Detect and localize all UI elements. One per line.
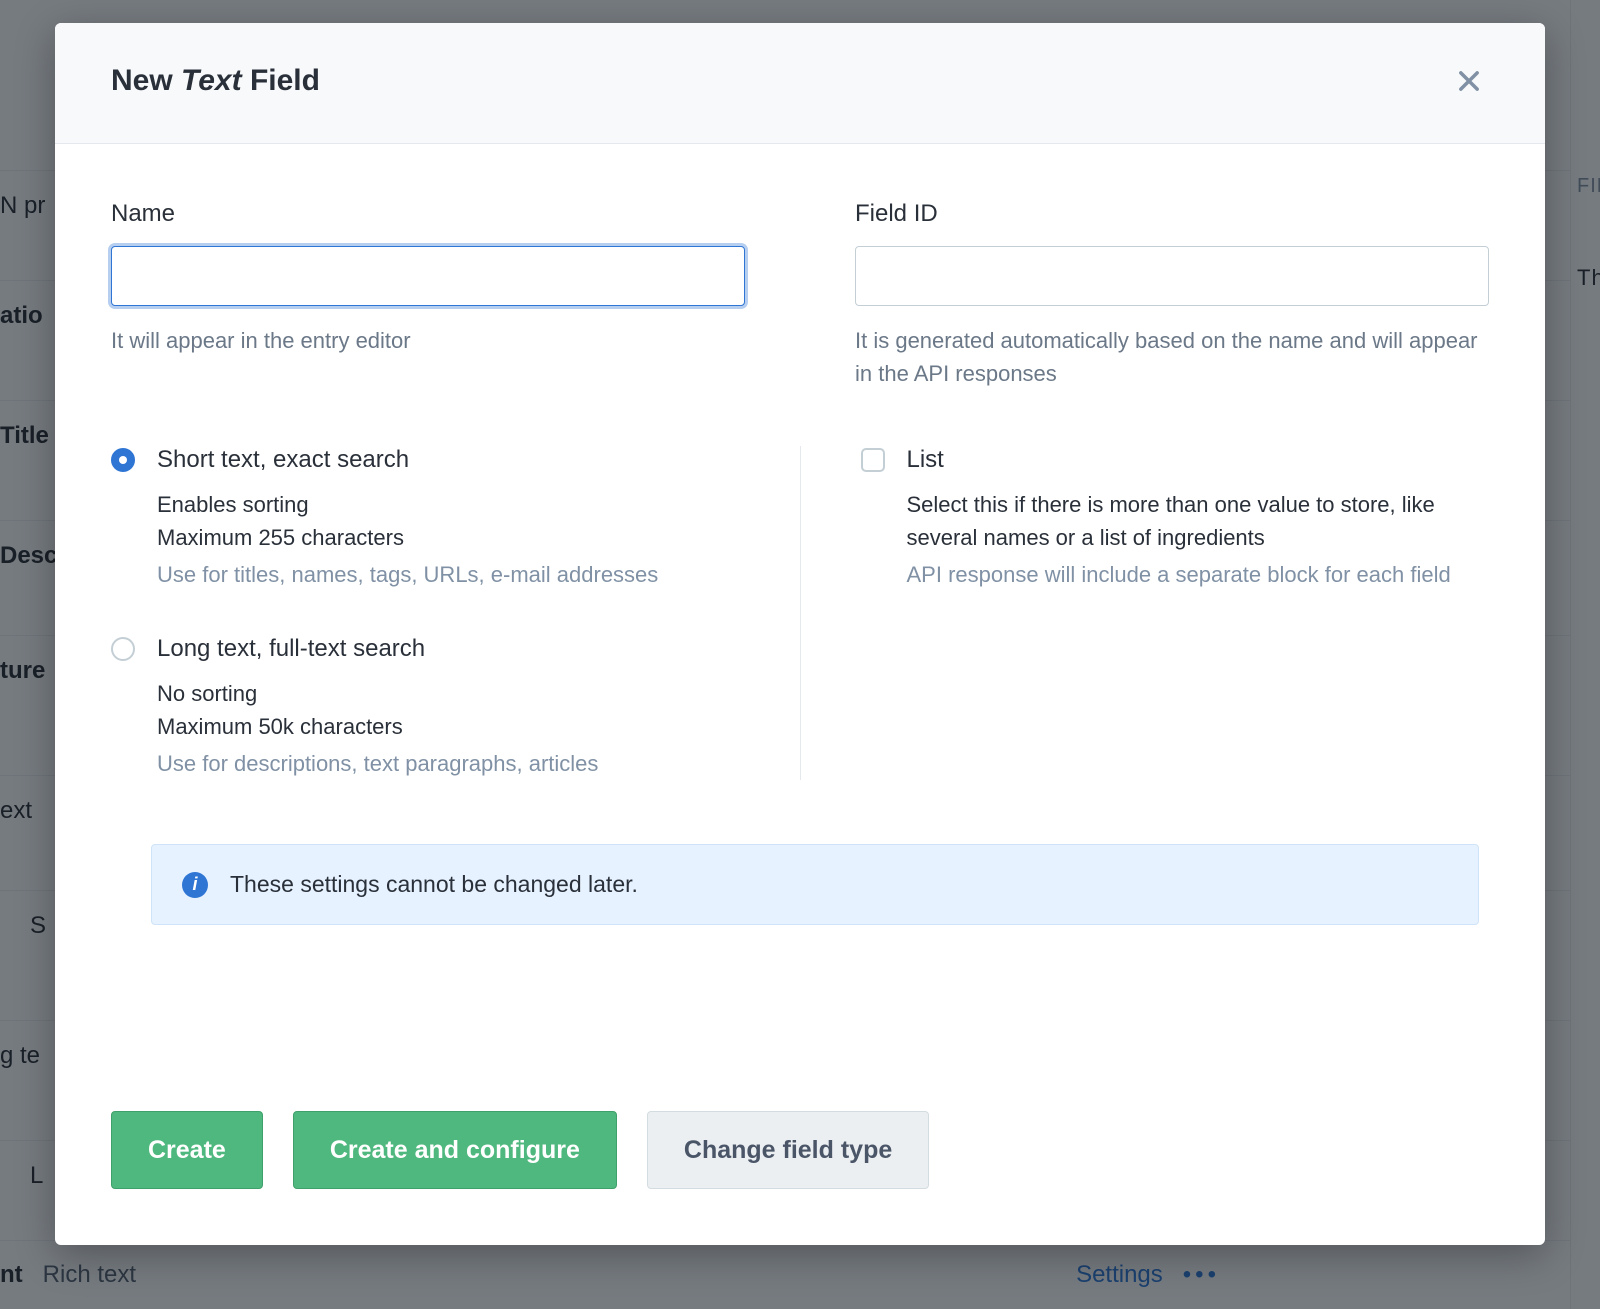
list-option-section: List Select this if there is more than o… <box>801 446 1490 780</box>
option-title: List <box>907 446 1490 474</box>
short-text-option[interactable]: Short text, exact search Enables sorting… <box>111 446 740 591</box>
info-icon: i <box>182 872 208 898</box>
create-button[interactable]: Create <box>111 1111 263 1189</box>
option-line: Maximum 50k characters <box>157 710 598 743</box>
create-and-configure-button[interactable]: Create and configure <box>293 1111 617 1189</box>
text-type-options: Short text, exact search Enables sorting… <box>111 446 801 780</box>
modal-title: New Text Field <box>111 64 320 98</box>
option-line: Maximum 255 characters <box>157 521 658 554</box>
modal-title-pre: New <box>111 64 181 97</box>
change-field-type-button[interactable]: Change field type <box>647 1111 929 1189</box>
settings-warning-notice: i These settings cannot be changed later… <box>151 844 1479 925</box>
modal-title-post: Field <box>242 64 320 97</box>
new-text-field-modal: New Text Field Name It will appear in th… <box>55 23 1545 1245</box>
modal-title-em: Text <box>181 64 242 97</box>
option-line: Enables sorting <box>157 488 658 521</box>
field-id-input[interactable] <box>855 246 1489 306</box>
name-label: Name <box>111 200 745 228</box>
field-id-label: Field ID <box>855 200 1489 228</box>
option-line: No sorting <box>157 677 598 710</box>
option-hint: Use for descriptions, text paragraphs, a… <box>157 747 598 780</box>
modal-body: Name It will appear in the entry editor … <box>55 144 1545 1055</box>
option-line: Select this if there is more than one va… <box>907 488 1490 554</box>
close-button[interactable] <box>1449 61 1489 101</box>
name-input[interactable] <box>111 246 745 306</box>
short-text-radio[interactable] <box>111 448 135 472</box>
field-id-help-text: It is generated automatically based on t… <box>855 324 1489 390</box>
notice-text: These settings cannot be changed later. <box>230 871 638 898</box>
long-text-option[interactable]: Long text, full-text search No sorting M… <box>111 635 740 780</box>
name-help-text: It will appear in the entry editor <box>111 324 745 357</box>
option-title: Short text, exact search <box>157 446 658 474</box>
close-icon <box>1455 67 1483 95</box>
field-id-group: Field ID It is generated automatically b… <box>855 200 1489 390</box>
long-text-radio[interactable] <box>111 637 135 661</box>
modal-footer: Create Create and configure Change field… <box>55 1055 1545 1245</box>
option-title: Long text, full-text search <box>157 635 598 663</box>
list-checkbox[interactable] <box>861 448 885 472</box>
name-field-group: Name It will appear in the entry editor <box>111 200 745 390</box>
option-hint: API response will include a separate blo… <box>907 558 1490 591</box>
list-option[interactable]: List Select this if there is more than o… <box>861 446 1490 591</box>
option-hint: Use for titles, names, tags, URLs, e-mai… <box>157 558 658 591</box>
modal-header: New Text Field <box>55 23 1545 144</box>
